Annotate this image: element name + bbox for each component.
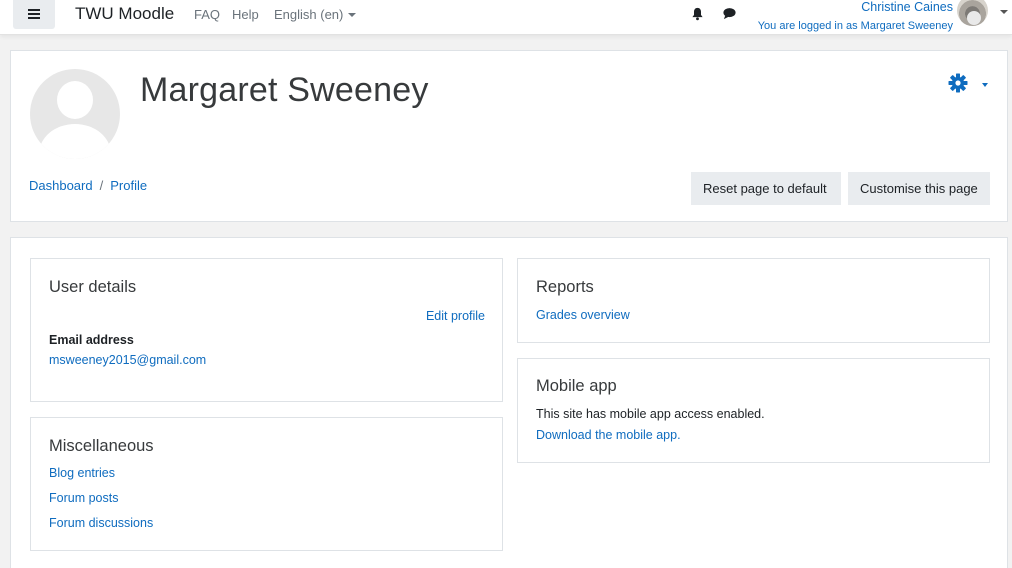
- breadcrumb-dashboard-link[interactable]: Dashboard: [29, 178, 93, 193]
- gear-icon[interactable]: [948, 73, 968, 93]
- breadcrumb-profile-link[interactable]: Profile: [110, 178, 147, 193]
- miscellaneous-heading: Miscellaneous: [49, 437, 154, 455]
- nav-drawer-toggle-button[interactable]: [13, 0, 55, 29]
- miscellaneous-section: Miscellaneous Blog entries Forum posts F…: [30, 417, 503, 551]
- language-label: English (en): [274, 7, 344, 22]
- user-menu-name[interactable]: Christine Caines: [861, 0, 953, 14]
- reset-page-button[interactable]: Reset page to default: [691, 172, 841, 205]
- bell-icon[interactable]: [691, 7, 704, 21]
- chevron-down-icon: [348, 12, 357, 17]
- logged-in-as-text[interactable]: You are logged in as Margaret Sweeney: [758, 20, 953, 32]
- reports-section: Reports Grades overview: [517, 258, 990, 343]
- reports-heading: Reports: [536, 278, 594, 296]
- customise-page-button[interactable]: Customise this page: [848, 172, 990, 205]
- mobile-app-section: Mobile app This site has mobile app acce…: [517, 358, 990, 463]
- site-brand[interactable]: TWU Moodle: [75, 4, 174, 24]
- nav-help-link[interactable]: Help: [232, 7, 259, 22]
- forum-posts-link[interactable]: Forum posts: [49, 491, 118, 505]
- profile-picture: [30, 69, 120, 159]
- user-details-section: User details Edit profile Email address …: [30, 258, 503, 402]
- chevron-down-icon[interactable]: [1000, 10, 1008, 14]
- forum-discussions-link[interactable]: Forum discussions: [49, 516, 153, 530]
- grades-overview-link[interactable]: Grades overview: [536, 308, 630, 322]
- download-mobile-app-link[interactable]: Download the mobile app.: [536, 428, 681, 442]
- top-navbar: TWU Moodle FAQ Help English (en) Christi…: [0, 0, 1012, 35]
- breadcrumb: Dashboard / Profile: [29, 178, 147, 193]
- nav-faq-link[interactable]: FAQ: [194, 7, 220, 22]
- profile-content: User details Edit profile Email address …: [10, 237, 1008, 568]
- avatar[interactable]: [957, 0, 988, 26]
- language-menu[interactable]: English (en): [274, 7, 357, 22]
- email-link[interactable]: msweeney2015@gmail.com: [49, 353, 206, 367]
- email-label: Email address: [49, 333, 134, 347]
- edit-profile-link[interactable]: Edit profile: [426, 309, 485, 323]
- mobile-app-text: This site has mobile app access enabled.: [536, 407, 765, 421]
- chat-icon[interactable]: [722, 7, 737, 21]
- page-header: Margaret Sweeney Dashboard / Profile Res…: [10, 50, 1008, 222]
- blog-entries-link[interactable]: Blog entries: [49, 466, 115, 480]
- chevron-down-icon[interactable]: [982, 83, 988, 87]
- user-details-heading: User details: [49, 278, 137, 296]
- hamburger-menu-icon: [28, 8, 40, 19]
- page-title: Margaret Sweeney: [140, 71, 429, 109]
- mobile-app-heading: Mobile app: [536, 377, 617, 395]
- breadcrumb-separator: /: [99, 178, 104, 193]
